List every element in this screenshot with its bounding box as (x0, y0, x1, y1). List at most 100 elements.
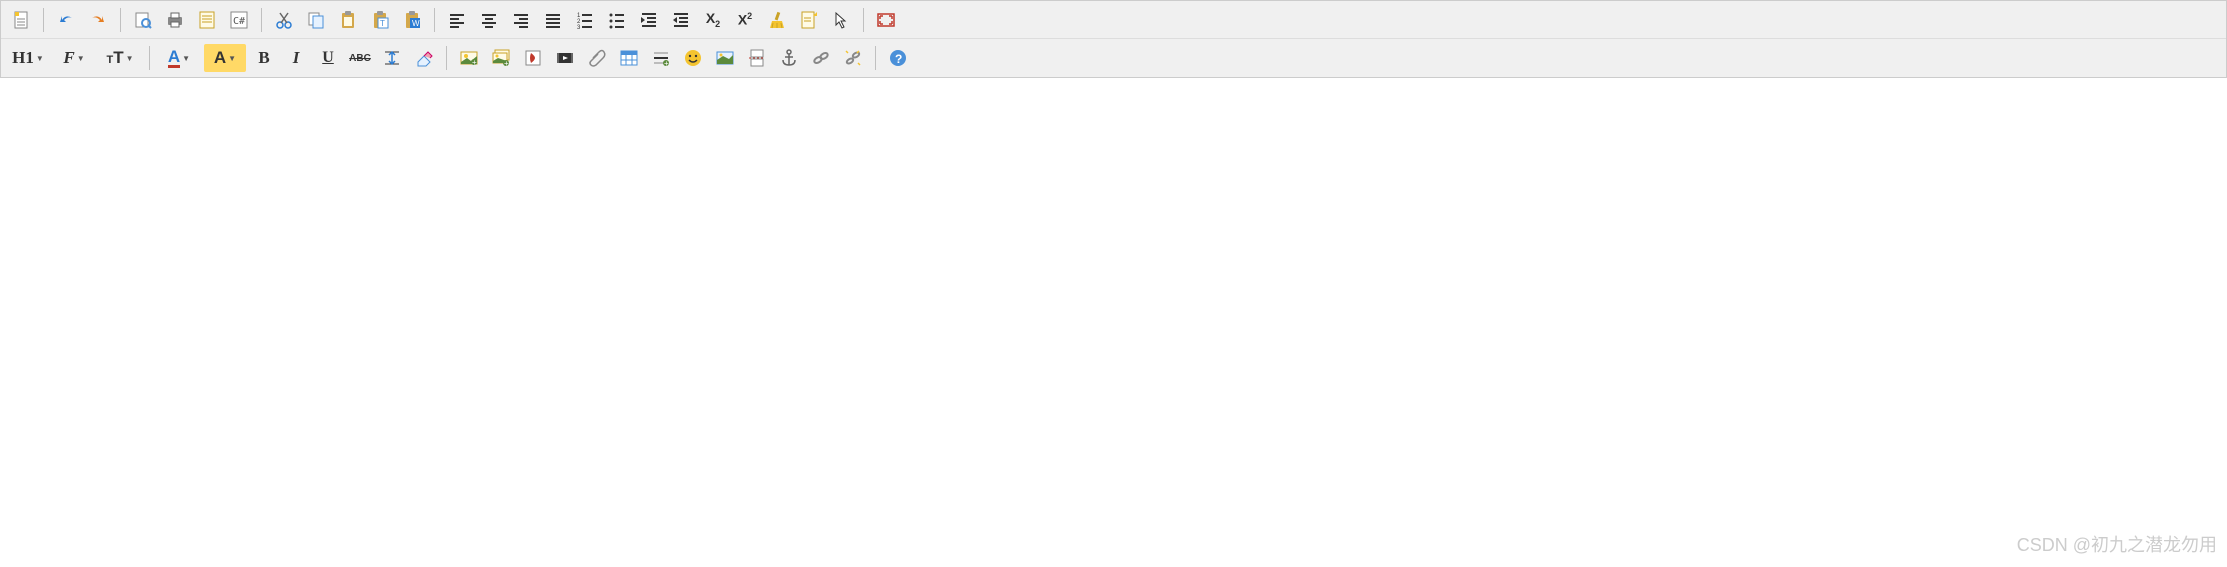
source-button[interactable] (7, 6, 35, 34)
chevron-down-icon: ▼ (182, 54, 190, 63)
template-button[interactable] (193, 6, 221, 34)
strikethrough-button[interactable]: ABC (346, 44, 374, 72)
flash-icon (523, 48, 543, 68)
separator (863, 8, 864, 32)
anchor-button[interactable] (775, 44, 803, 72)
italic-button[interactable]: I (282, 44, 310, 72)
separator (446, 46, 447, 70)
media-button[interactable] (551, 44, 579, 72)
link-button[interactable] (807, 44, 835, 72)
source-icon (11, 10, 31, 30)
separator (875, 46, 876, 70)
table-icon (619, 48, 639, 68)
italic-icon: I (293, 48, 300, 68)
flash-button[interactable] (519, 44, 547, 72)
align-center-button[interactable] (475, 6, 503, 34)
copy-icon (306, 10, 326, 30)
attachment-button[interactable] (583, 44, 611, 72)
align-left-icon (447, 10, 467, 30)
print-button[interactable] (161, 6, 189, 34)
pagebreak-icon (747, 48, 767, 68)
paste-text-button[interactable]: T (366, 6, 394, 34)
back-color-icon: A (214, 48, 226, 68)
font-size-dropdown[interactable]: TT▼ (99, 44, 141, 72)
separator (261, 8, 262, 32)
cut-icon (274, 10, 294, 30)
fullscreen-button[interactable] (872, 6, 900, 34)
redo-button[interactable] (84, 6, 112, 34)
outdent-button[interactable] (667, 6, 695, 34)
underline-button[interactable]: U (314, 44, 342, 72)
heading-dropdown[interactable]: H1▼ (7, 44, 49, 72)
separator (43, 8, 44, 32)
lineheight-icon (382, 48, 402, 68)
align-left-button[interactable] (443, 6, 471, 34)
undo-icon (56, 10, 76, 30)
image-button[interactable]: + (455, 44, 483, 72)
fore-color-button[interactable]: A▼ (158, 44, 200, 72)
unlink-button[interactable] (839, 44, 867, 72)
back-color-button[interactable]: A▼ (204, 44, 246, 72)
eraser-button[interactable] (410, 44, 438, 72)
image-icon: + (459, 48, 479, 68)
copy-button[interactable] (302, 6, 330, 34)
toolbar-row-2: H1▼ F▼ TT▼ A▼ A▼ B I U ABC (1, 39, 2226, 77)
hr-button[interactable]: + (647, 44, 675, 72)
map-button[interactable] (711, 44, 739, 72)
multiimage-icon: + (491, 48, 511, 68)
heading-label: H1 (12, 48, 34, 68)
align-right-icon (511, 10, 531, 30)
subscript-button[interactable]: X2 (699, 6, 727, 34)
unlink-icon (843, 48, 863, 68)
broom-icon (767, 10, 787, 30)
print-icon (165, 10, 185, 30)
preview-button[interactable] (129, 6, 157, 34)
superscript-icon: X2 (738, 11, 752, 28)
indent-icon (639, 10, 659, 30)
paste-text-icon: T (370, 10, 390, 30)
code-csharp-button[interactable]: C# (225, 6, 253, 34)
unordered-list-button[interactable] (603, 6, 631, 34)
line-height-button[interactable] (378, 44, 406, 72)
remove-format-button[interactable] (763, 6, 791, 34)
emoji-button[interactable] (679, 44, 707, 72)
indent-button[interactable] (635, 6, 663, 34)
svg-text:3: 3 (577, 25, 581, 30)
media-icon (555, 48, 575, 68)
map-icon (715, 48, 735, 68)
paste-word-button[interactable]: W (398, 6, 426, 34)
svg-text:+: + (472, 58, 477, 67)
strike-icon: ABC (349, 53, 371, 64)
chevron-down-icon: ▼ (126, 54, 134, 63)
table-button[interactable] (615, 44, 643, 72)
cut-button[interactable] (270, 6, 298, 34)
quickformat-button[interactable] (795, 6, 823, 34)
superscript-button[interactable]: X2 (731, 6, 759, 34)
ordered-list-button[interactable]: 123 (571, 6, 599, 34)
multi-image-button[interactable]: + (487, 44, 515, 72)
about-button[interactable]: ? (884, 44, 912, 72)
editor-content-area[interactable] (0, 78, 2227, 538)
ordered-list-icon: 123 (575, 10, 595, 30)
separator (120, 8, 121, 32)
redo-icon (88, 10, 108, 30)
pagebreak-button[interactable] (743, 44, 771, 72)
svg-text:+: + (504, 59, 509, 68)
help-icon: ? (888, 48, 908, 68)
align-center-icon (479, 10, 499, 30)
font-family-label: F (63, 48, 74, 68)
font-size-label: TT (106, 48, 123, 68)
chevron-down-icon: ▼ (77, 54, 85, 63)
paste-button[interactable] (334, 6, 362, 34)
bold-icon: B (258, 48, 269, 68)
undo-button[interactable] (52, 6, 80, 34)
bold-button[interactable]: B (250, 44, 278, 72)
align-justify-button[interactable] (539, 6, 567, 34)
select-all-button[interactable] (827, 6, 855, 34)
font-family-dropdown[interactable]: F▼ (53, 44, 95, 72)
watermark-text: CSDN @初九之潜龙勿用 (2017, 531, 2217, 557)
separator (149, 46, 150, 70)
align-right-button[interactable] (507, 6, 535, 34)
link-icon (811, 48, 831, 68)
chevron-down-icon: ▼ (36, 54, 44, 63)
